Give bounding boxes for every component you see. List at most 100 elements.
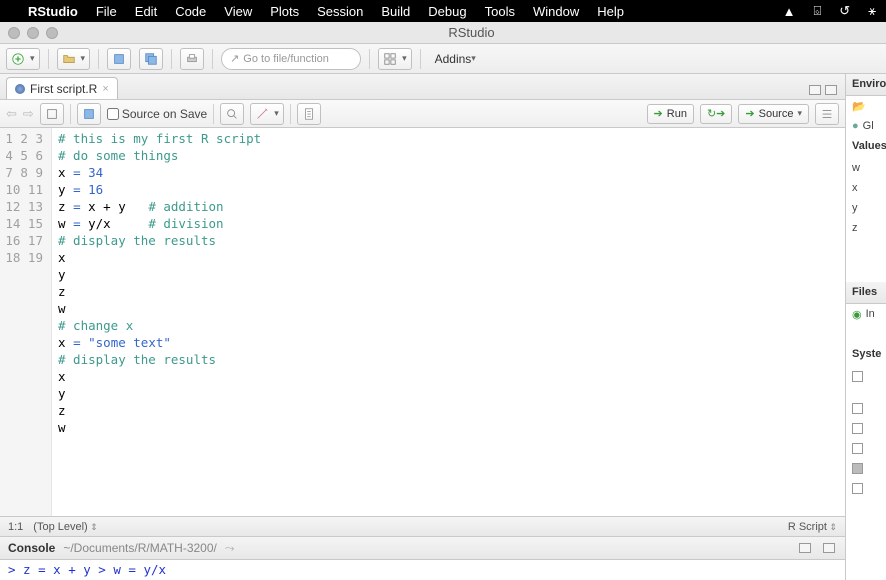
console-path: ~/Documents/R/MATH-3200/ (63, 541, 217, 555)
rerun-icon: ↻➔ (707, 107, 725, 120)
source-button[interactable]: ➔ Source ▾ (738, 104, 809, 124)
source-tabbar: First script.R × (0, 74, 845, 100)
show-in-new-window-button[interactable] (40, 103, 64, 125)
editor-statusbar: 1:1 (Top Level) R Script (0, 516, 845, 536)
environment-pane-header[interactable]: Enviro (846, 74, 886, 96)
warning-icon[interactable]: ▲ (783, 4, 796, 19)
source-tab-label: First script.R (30, 82, 97, 96)
menu-build[interactable]: Build (381, 4, 410, 19)
console-maximize-button[interactable] (823, 543, 835, 553)
source-arrow-icon: ➔ (745, 107, 754, 120)
find-button[interactable] (220, 103, 244, 125)
pkg-row-6[interactable] (846, 478, 886, 498)
env-toolbar[interactable]: 📂 (846, 96, 886, 116)
save-all-icon (144, 52, 158, 66)
pkg-row-5[interactable] (846, 458, 886, 478)
menu-edit[interactable]: Edit (135, 4, 157, 19)
grid-view-button[interactable] (378, 48, 412, 70)
bluetooth-icon[interactable]: ⚹ (868, 3, 876, 19)
pkg-row-3[interactable] (846, 418, 886, 438)
console-popout-icon[interactable]: ⤳ (225, 541, 235, 556)
source-tab[interactable]: First script.R × (6, 77, 118, 99)
goto-arrow-icon: ↗ (230, 52, 239, 65)
source-on-save-checkbox[interactable]: Source on Save (107, 107, 207, 121)
install-button[interactable]: ◉In (846, 304, 886, 324)
save-button[interactable] (107, 48, 131, 70)
run-button[interactable]: ➔ Run (647, 104, 694, 124)
save-icon (112, 52, 126, 66)
shield-icon[interactable]: ⌺ (813, 3, 821, 19)
timemachine-icon[interactable]: ↺ (839, 3, 850, 19)
maximize-pane-button[interactable] (825, 85, 837, 95)
env-var-y[interactable]: y (846, 198, 886, 218)
menu-file[interactable]: File (96, 4, 117, 19)
new-file-button[interactable] (6, 48, 40, 70)
console-tab-label[interactable]: Console (8, 541, 55, 555)
notebook-icon (302, 107, 316, 121)
files-pane-header[interactable]: Files (846, 282, 886, 304)
close-tab-button[interactable]: × (102, 83, 108, 95)
right-panes: Enviro 📂 ●Gl Values w x y z Files ◉In Sy… (846, 74, 886, 580)
source-button-label: Source (759, 108, 794, 120)
search-icon (225, 107, 239, 121)
run-arrow-icon: ➔ (654, 107, 663, 120)
console-minimize-button[interactable] (799, 543, 811, 553)
nav-back-button[interactable]: ⇦ (6, 106, 17, 122)
addins-menu[interactable]: Addins (429, 48, 482, 70)
line-gutter: 1 2 3 4 5 6 7 8 9 10 11 12 13 14 15 16 1… (0, 128, 52, 516)
save-all-button[interactable] (139, 48, 163, 70)
minimize-window-button[interactable] (27, 27, 39, 39)
rerun-button[interactable]: ↻➔ (700, 104, 732, 124)
zoom-window-button[interactable] (46, 27, 58, 39)
nav-fwd-button[interactable]: ⇨ (23, 106, 34, 122)
pkg-filter-row[interactable] (846, 324, 886, 344)
language-selector[interactable]: R Script (788, 521, 837, 533)
env-var-z[interactable]: z (846, 218, 886, 238)
code-content[interactable]: # this is my first R script # do some th… (52, 128, 845, 516)
save-script-button[interactable] (77, 103, 101, 125)
app-name[interactable]: RStudio (28, 4, 78, 19)
menu-window[interactable]: Window (533, 4, 579, 19)
goto-file-input[interactable]: ↗ Go to file/function (221, 48, 361, 70)
pkg-row-4[interactable] (846, 438, 886, 458)
menu-help[interactable]: Help (597, 4, 624, 19)
run-label: Run (667, 108, 687, 120)
goto-placeholder: Go to file/function (243, 53, 329, 65)
env-var-x[interactable]: x (846, 178, 886, 198)
outline-icon (820, 107, 834, 121)
print-icon (185, 52, 199, 66)
outline-button[interactable] (815, 103, 839, 125)
console-header: Console ~/Documents/R/MATH-3200/ ⤳ (0, 536, 845, 560)
popout-icon (45, 107, 59, 121)
menu-code[interactable]: Code (175, 4, 206, 19)
system-library-label: Syste (846, 344, 886, 366)
close-window-button[interactable] (8, 27, 20, 39)
values-label: Values (846, 136, 886, 158)
window-title: RStudio (65, 25, 878, 40)
menu-tools[interactable]: Tools (485, 4, 515, 19)
traffic-lights[interactable] (8, 27, 58, 39)
cursor-position: 1:1 (8, 521, 23, 533)
compile-report-button[interactable] (297, 103, 321, 125)
wand-icon (255, 107, 269, 121)
source-toolbar: ⇦ ⇨ Source on Save (0, 100, 845, 128)
menu-view[interactable]: View (224, 4, 252, 19)
env-scope[interactable]: ●Gl (846, 116, 886, 136)
open-file-button[interactable] (57, 48, 91, 70)
env-var-w[interactable]: w (846, 158, 886, 178)
menu-plots[interactable]: Plots (270, 4, 299, 19)
console[interactable]: > z = x + y > w = y/x (0, 560, 845, 580)
pkg-row-1[interactable] (846, 366, 886, 386)
code-tools-button[interactable] (250, 103, 284, 125)
folder-icon (62, 52, 76, 66)
macos-menubar: RStudio File Edit Code View Plots Sessio… (0, 0, 886, 22)
menu-debug[interactable]: Debug (428, 4, 466, 19)
menu-session[interactable]: Session (317, 4, 363, 19)
code-editor[interactable]: 1 2 3 4 5 6 7 8 9 10 11 12 13 14 15 16 1… (0, 128, 845, 516)
print-button[interactable] (180, 48, 204, 70)
minimize-pane-button[interactable] (809, 85, 821, 95)
scope-selector[interactable]: (Top Level) (33, 521, 97, 533)
pkg-row-2[interactable] (846, 398, 886, 418)
window-titlebar: RStudio (0, 22, 886, 44)
import-icon: 📂 (852, 100, 866, 113)
